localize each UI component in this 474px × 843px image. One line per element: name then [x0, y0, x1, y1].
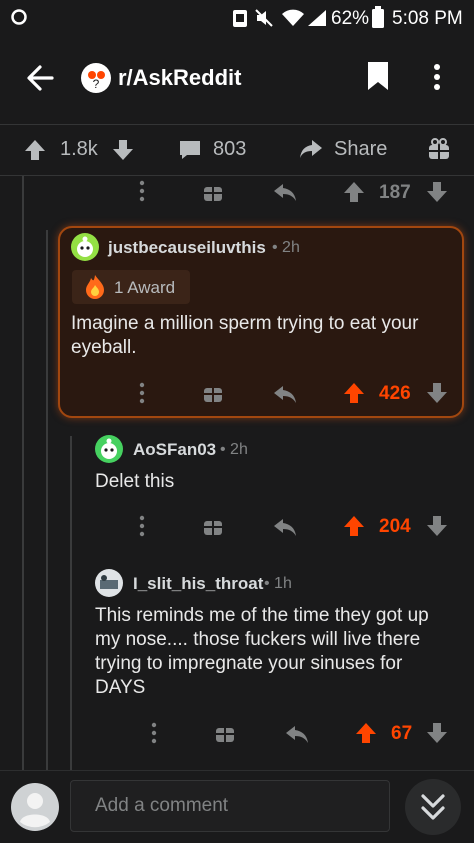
comment-reply-icon[interactable] — [273, 384, 297, 404]
parent-more-icon[interactable] — [138, 180, 146, 202]
comment-gift-icon[interactable] — [203, 383, 223, 403]
comment-age: • 2h — [220, 441, 248, 458]
comment-score: 426 — [379, 383, 411, 404]
parent-upvote-icon[interactable] — [343, 181, 365, 203]
post-action-bar: 1.8k 803 Share — [0, 124, 474, 176]
comment-gift-icon[interactable] — [215, 723, 235, 743]
comment-reply-icon[interactable] — [285, 724, 309, 744]
post-score: 1.8k — [60, 138, 98, 160]
signal-icon — [306, 8, 328, 28]
comment-downvote-icon[interactable] — [426, 722, 448, 744]
thread-line-level-3[interactable] — [70, 436, 72, 770]
share-icon[interactable] — [298, 137, 324, 161]
battery-icon — [372, 6, 384, 28]
comment-score: 67 — [391, 723, 413, 744]
parent-gift-icon[interactable] — [203, 182, 223, 202]
comment-more-icon[interactable] — [138, 382, 146, 404]
comment-age-value: 2h — [282, 239, 300, 256]
comment-icon[interactable] — [178, 138, 202, 162]
post-upvote-icon[interactable] — [24, 138, 46, 162]
comment-score: 204 — [379, 516, 411, 537]
comment-more-icon[interactable] — [150, 722, 158, 744]
subreddit-avatar-icon[interactable]: ? — [80, 62, 112, 94]
subreddit-title[interactable]: r/AskReddit — [118, 65, 241, 91]
award-badge[interactable]: 1 Award — [72, 270, 190, 304]
comment-age: • 1h — [264, 575, 292, 592]
fire-award-icon — [84, 274, 106, 300]
comment-gift-icon[interactable] — [203, 516, 223, 536]
mute-icon — [254, 8, 274, 28]
thread-line-level-2[interactable] — [46, 230, 48, 770]
share-button[interactable]: Share — [334, 138, 387, 161]
comment-body: Imagine a million sperm trying to eat yo… — [71, 313, 419, 358]
my-avatar-icon[interactable] — [10, 782, 60, 832]
next-comment-button[interactable] — [404, 778, 462, 836]
comment-reply-icon[interactable] — [273, 517, 297, 537]
user-avatar-icon[interactable] — [70, 232, 100, 262]
comment-age: • 2h — [272, 239, 300, 256]
comment-body: This reminds me of the time they got up … — [95, 605, 429, 698]
post-downvote-icon[interactable] — [112, 138, 134, 162]
thread-line-level-1[interactable] — [22, 176, 24, 770]
parent-downvote-icon[interactable] — [426, 181, 448, 203]
parent-score: 187 — [379, 182, 411, 203]
comment-upvote-icon[interactable] — [355, 722, 377, 744]
comment-downvote-icon[interactable] — [426, 515, 448, 537]
comment-username[interactable]: I_slit_his_throat — [133, 574, 263, 594]
comment-downvote-icon[interactable] — [426, 382, 448, 404]
battery-percent: 62% — [331, 8, 370, 29]
wifi-icon — [280, 6, 306, 28]
comment-age-value: 1h — [274, 575, 292, 592]
comment-count[interactable]: 803 — [213, 138, 246, 161]
bookmark-icon[interactable] — [366, 60, 390, 92]
back-arrow-icon[interactable] — [24, 62, 56, 94]
more-options-icon[interactable] — [432, 62, 442, 92]
comment-username[interactable]: AoSFan03 — [133, 440, 216, 460]
svg-text:?: ? — [93, 77, 100, 91]
gift-icon[interactable] — [428, 138, 450, 160]
add-comment-input[interactable]: Add a comment — [70, 780, 390, 832]
user-avatar-icon[interactable] — [94, 568, 124, 598]
status-bar: 62% 5:08 PM — [0, 0, 474, 36]
comment-more-icon[interactable] — [138, 515, 146, 537]
clock: 5:08 PM — [392, 8, 463, 29]
comment-username[interactable]: justbecauseiluvthis — [108, 238, 266, 258]
user-avatar-icon[interactable] — [94, 434, 124, 464]
comment-upvote-icon[interactable] — [343, 382, 365, 404]
screenshot-icon — [232, 8, 248, 28]
award-label: 1 Award — [114, 278, 176, 297]
app-header: ? r/AskReddit — [0, 36, 474, 124]
comment-body: Delet this — [95, 471, 175, 492]
parent-reply-icon[interactable] — [273, 182, 297, 202]
notification-ring-icon — [10, 8, 28, 26]
comment-upvote-icon[interactable] — [343, 515, 365, 537]
comment-age-value: 2h — [230, 441, 248, 458]
